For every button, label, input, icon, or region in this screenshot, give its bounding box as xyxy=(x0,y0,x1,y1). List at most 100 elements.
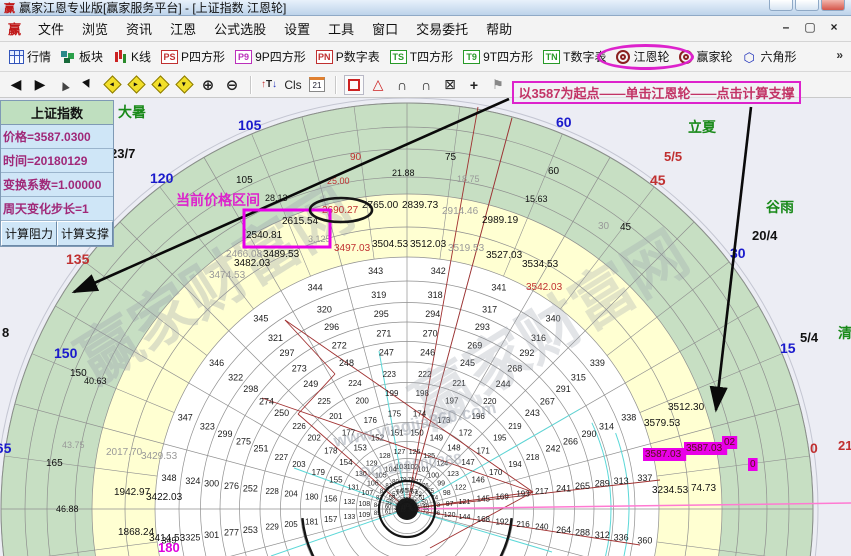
svg-text:2839.73: 2839.73 xyxy=(402,200,439,211)
svg-text:338: 338 xyxy=(621,412,636,422)
svg-text:169: 169 xyxy=(495,492,509,501)
svg-text:194: 194 xyxy=(508,460,522,469)
app-window: { "window": { "title": "赢家江恩专业版[赢家服务平台] … xyxy=(0,0,851,556)
toolbar-button-t-square[interactable]: TST四方形 xyxy=(385,46,458,67)
svg-text:15.63: 15.63 xyxy=(525,194,548,204)
svg-text:288: 288 xyxy=(575,527,590,537)
zoom-in-button[interactable]: ⊕ xyxy=(198,75,218,95)
triangle-tool-button[interactable]: △ xyxy=(368,75,388,95)
toolbar-button-p-square[interactable]: PSP四方形 xyxy=(156,46,230,67)
svg-text:157: 157 xyxy=(324,515,338,524)
mdi-minimize-button[interactable]: – xyxy=(777,19,795,35)
pan-down-button[interactable]: ▾ xyxy=(174,75,194,95)
menu-浏览[interactable]: 浏览 xyxy=(73,16,117,41)
svg-text:249: 249 xyxy=(303,379,318,389)
menu-公式选股[interactable]: 公式选股 xyxy=(205,16,275,41)
menu-江恩[interactable]: 江恩 xyxy=(161,16,205,41)
square-tool-button[interactable] xyxy=(344,75,364,95)
zoom-out-button[interactable]: ⊖ xyxy=(222,75,242,95)
toolbar-button-9p-square[interactable]: P99P四方形 xyxy=(230,46,311,67)
svg-text:45: 45 xyxy=(650,172,666,188)
rotate-ccw-button[interactable]: ▲ xyxy=(54,75,74,95)
toolbar-button-9t-square[interactable]: T99T四方形 xyxy=(458,46,538,67)
calc-support-button[interactable]: 计算支撑 xyxy=(57,221,113,246)
pan-right-button[interactable]: ▸ xyxy=(126,75,146,95)
svg-text:290: 290 xyxy=(581,429,596,439)
svg-text:123: 123 xyxy=(447,471,459,478)
pan-left-button[interactable]: ◂ xyxy=(102,75,122,95)
menu-文件[interactable]: 文件 xyxy=(29,16,73,41)
svg-text:223: 223 xyxy=(383,370,397,379)
maximize-button[interactable] xyxy=(795,0,819,11)
svg-text:266: 266 xyxy=(563,436,578,446)
9t-square-icon: T9 xyxy=(463,50,480,64)
next-arrow-button[interactable]: ▶ xyxy=(30,75,50,95)
svg-text:247: 247 xyxy=(379,348,394,358)
svg-text:150: 150 xyxy=(54,345,78,361)
svg-text:272: 272 xyxy=(332,341,347,351)
menu-工具[interactable]: 工具 xyxy=(319,16,363,41)
calendar-button[interactable]: 21 xyxy=(307,75,327,95)
close-button[interactable] xyxy=(821,0,845,11)
svg-text:324: 324 xyxy=(185,476,200,486)
toolbar-button-p-table[interactable]: PNP数字表 xyxy=(311,46,385,67)
svg-text:270: 270 xyxy=(423,329,438,339)
xbox-tool-button[interactable]: ⊠ xyxy=(440,75,460,95)
svg-text:216: 216 xyxy=(516,520,530,529)
menu-窗口[interactable]: 窗口 xyxy=(363,16,407,41)
minimize-button[interactable] xyxy=(769,0,793,11)
panel-row-step: 周天变化步长=1 xyxy=(1,197,113,221)
toolbar-label-quotes: 行情 xyxy=(27,48,51,65)
mdi-close-button[interactable]: × xyxy=(825,19,843,35)
svg-text:135: 135 xyxy=(66,251,90,267)
svg-text:2765.00: 2765.00 xyxy=(362,200,399,211)
arc-flip-tool-button[interactable]: ∩ xyxy=(416,75,436,95)
svg-text:131: 131 xyxy=(348,484,360,491)
svg-text:3.125: 3.125 xyxy=(308,234,331,244)
yellow-diamond-icon: ▾ xyxy=(175,75,193,93)
svg-text:224: 224 xyxy=(348,379,362,388)
svg-text:318: 318 xyxy=(428,290,443,300)
annotation-text: 以3587为起点——单击江恩轮——点击计算支撑 xyxy=(519,83,795,102)
svg-text:3512.30: 3512.30 xyxy=(668,402,705,413)
calc-resistance-button[interactable]: 计算阻力 xyxy=(1,221,57,246)
toolbar-button-hexagon[interactable]: ⬡六角形 xyxy=(738,46,802,67)
stock-info-panel: 上证指数 价格=3587.0300时间=20180129变换系数=1.00000… xyxy=(0,100,114,247)
candles-icon xyxy=(113,50,128,64)
menu-设置[interactable]: 设置 xyxy=(275,16,319,41)
svg-text:156: 156 xyxy=(324,495,338,504)
toolbar-button-quotes[interactable]: 行情 xyxy=(4,46,56,67)
toolbar-button-sectors[interactable]: 板块 xyxy=(56,46,108,67)
prev-arrow-button[interactable]: ◀ xyxy=(6,75,26,95)
menu-交易委托[interactable]: 交易委托 xyxy=(407,16,477,41)
svg-text:8: 8 xyxy=(2,325,9,340)
flag-tool-button[interactable]: ⚑ xyxy=(488,75,508,95)
svg-text:205: 205 xyxy=(284,520,298,529)
svg-text:43.75: 43.75 xyxy=(62,440,85,450)
cls-button[interactable]: Cls xyxy=(283,75,303,95)
svg-text:02: 02 xyxy=(724,437,736,448)
svg-text:301: 301 xyxy=(204,530,219,540)
svg-text:120: 120 xyxy=(444,512,456,519)
menu-帮助[interactable]: 帮助 xyxy=(477,16,521,41)
annotation-callout: 以3587为起点——单击江恩轮——点击计算支撑 xyxy=(512,81,801,104)
svg-text:146: 146 xyxy=(471,475,485,484)
svg-text:253: 253 xyxy=(243,525,258,535)
menu-资讯[interactable]: 资讯 xyxy=(117,16,161,41)
mdi-restore-button[interactable]: ▢ xyxy=(801,19,819,35)
crosshair-tool-button[interactable]: + xyxy=(464,75,484,95)
rotate-cw-button[interactable]: ▲ xyxy=(78,75,98,95)
svg-text:79: 79 xyxy=(400,477,407,483)
toolbar-button-kline[interactable]: K线 xyxy=(108,46,156,67)
time-axis-button[interactable]: ↑T↓ xyxy=(259,75,279,95)
svg-text:立夏: 立夏 xyxy=(688,119,717,135)
svg-text:30: 30 xyxy=(730,245,746,261)
svg-text:18.75: 18.75 xyxy=(457,174,480,184)
toolbar-overflow-chevron[interactable]: » xyxy=(836,48,843,62)
panel-row-coefficient: 变换系数=1.00000 xyxy=(1,173,113,197)
svg-text:313: 313 xyxy=(614,476,629,486)
svg-text:28.13: 28.13 xyxy=(265,193,288,203)
arc-tool-button[interactable]: ∩ xyxy=(392,75,412,95)
svg-text:225: 225 xyxy=(318,397,332,406)
pan-up-button[interactable]: ▴ xyxy=(150,75,170,95)
